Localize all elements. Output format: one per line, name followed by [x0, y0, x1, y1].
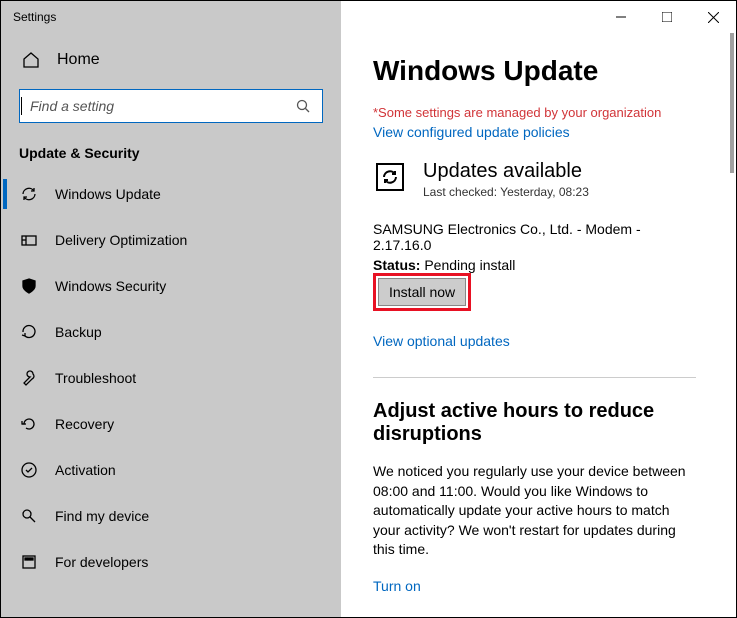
nav-backup[interactable]: Backup: [1, 309, 341, 355]
search-icon: [294, 97, 312, 115]
nav-troubleshoot[interactable]: Troubleshoot: [1, 355, 341, 401]
nav-windows-security[interactable]: Windows Security: [1, 263, 341, 309]
nav-recovery[interactable]: Recovery: [1, 401, 341, 447]
divider: [373, 377, 696, 378]
nav-label: Delivery Optimization: [55, 232, 187, 248]
scrollbar[interactable]: [728, 33, 736, 617]
updates-available-title: Updates available: [423, 160, 589, 183]
nav-label: Windows Update: [55, 186, 161, 202]
active-hours-heading: Adjust active hours to reduce disruption…: [373, 400, 696, 446]
nav-label: Windows Security: [55, 278, 166, 294]
nav-activation[interactable]: Activation: [1, 447, 341, 493]
turn-on-link[interactable]: Turn on: [373, 578, 696, 594]
window-controls: [598, 1, 736, 33]
install-now-button[interactable]: Install now: [378, 278, 466, 306]
page-title: Windows Update: [373, 55, 696, 87]
update-name: SAMSUNG Electronics Co., Ltd. - Modem - …: [373, 221, 696, 253]
install-now-highlight: Install now: [373, 273, 471, 311]
search-box[interactable]: [19, 89, 323, 123]
main-panel: Windows Update *Some settings are manage…: [341, 33, 736, 617]
nav-label: For developers: [55, 554, 148, 570]
section-header: Update & Security: [1, 135, 341, 171]
sidebar: Home Update & Security Windows Update De…: [1, 33, 341, 617]
shield-icon: [19, 276, 39, 296]
nav-find-my-device[interactable]: Find my device: [1, 493, 341, 539]
home-label: Home: [57, 51, 100, 69]
nav-delivery-optimization[interactable]: Delivery Optimization: [1, 217, 341, 263]
minimize-button[interactable]: [598, 1, 644, 33]
find-icon: [19, 506, 39, 526]
window-title: Settings: [1, 10, 341, 24]
nav-label: Find my device: [55, 508, 149, 524]
maximize-button[interactable]: [644, 1, 690, 33]
close-button[interactable]: [690, 1, 736, 33]
nav-windows-update[interactable]: Windows Update: [1, 171, 341, 217]
recovery-icon: [19, 414, 39, 434]
home-nav[interactable]: Home: [1, 39, 341, 81]
view-policies-link[interactable]: View configured update policies: [373, 124, 570, 140]
last-checked: Last checked: Yesterday, 08:23: [423, 185, 589, 199]
scrollbar-thumb[interactable]: [730, 33, 734, 173]
activation-icon: [19, 460, 39, 480]
nav-label: Troubleshoot: [55, 370, 136, 386]
update-status: Status: Pending install: [373, 257, 696, 273]
managed-warning: *Some settings are managed by your organ…: [373, 105, 696, 120]
nav-label: Backup: [55, 324, 102, 340]
view-optional-updates-link[interactable]: View optional updates: [373, 333, 696, 349]
active-hours-body: We noticed you regularly use your device…: [373, 462, 696, 560]
nav-label: Recovery: [55, 416, 114, 432]
text-caret: [21, 97, 22, 115]
backup-icon: [19, 322, 39, 342]
updates-icon: [373, 160, 407, 194]
home-icon: [21, 51, 41, 69]
search-input[interactable]: [30, 98, 294, 114]
developers-icon: [19, 552, 39, 572]
nav-for-developers[interactable]: For developers: [1, 539, 341, 585]
title-bar: Settings: [1, 1, 736, 33]
wrench-icon: [19, 368, 39, 388]
delivery-icon: [19, 230, 39, 250]
nav-label: Activation: [55, 462, 116, 478]
sync-icon: [19, 184, 39, 204]
